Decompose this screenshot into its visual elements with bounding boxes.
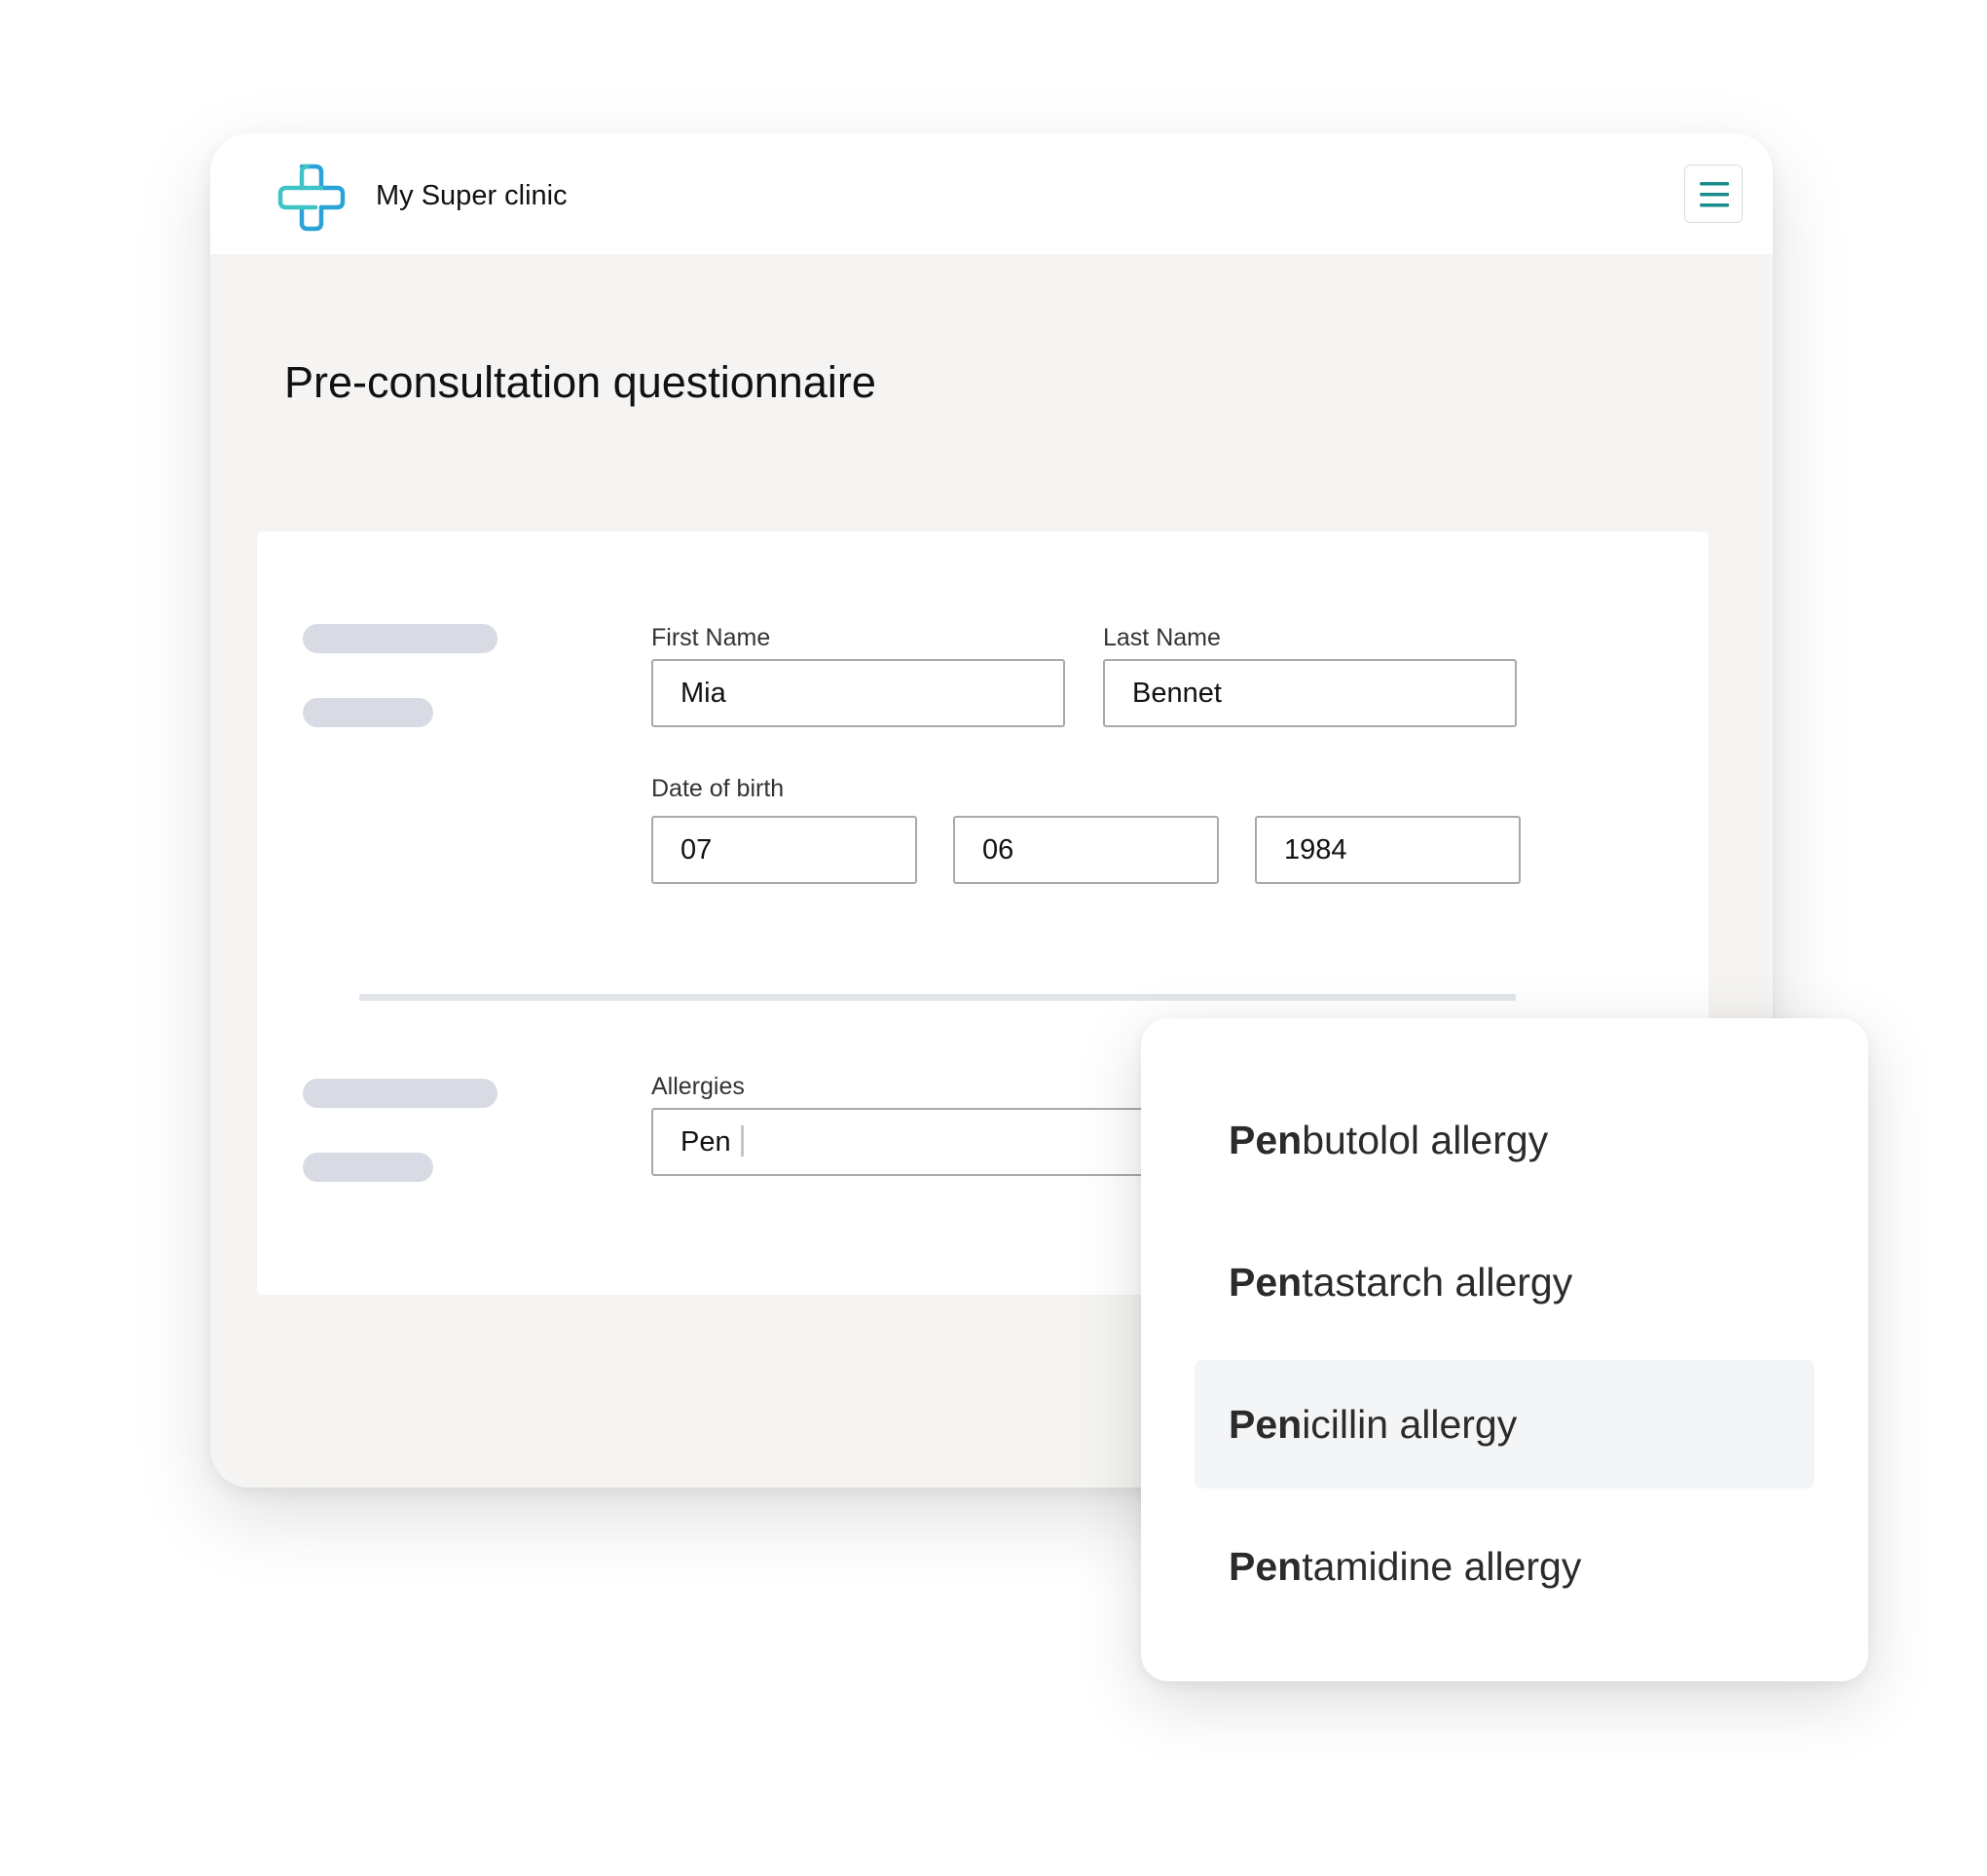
last-name-input[interactable]: Bennet bbox=[1103, 659, 1517, 727]
allergies-input-value: Pen bbox=[681, 1126, 731, 1158]
menu-button[interactable] bbox=[1684, 165, 1743, 223]
suggestion-option[interactable]: Penbutolol allergy bbox=[1195, 1076, 1815, 1204]
dob-year-input[interactable]: 1984 bbox=[1255, 816, 1521, 884]
section-divider bbox=[359, 994, 1516, 1001]
last-name-label: Last Name bbox=[1103, 624, 1221, 651]
first-name-input[interactable]: Mia bbox=[651, 659, 1065, 727]
section-title-placeholder bbox=[303, 624, 497, 653]
section-subtitle-placeholder bbox=[303, 698, 433, 727]
section-title-placeholder bbox=[303, 1079, 497, 1108]
hamburger-menu-icon bbox=[1700, 182, 1729, 207]
dob-month-input[interactable]: 06 bbox=[953, 816, 1219, 884]
date-of-birth-label: Date of birth bbox=[651, 775, 785, 802]
suggestion-option[interactable]: Pentamidine allergy bbox=[1195, 1502, 1815, 1631]
first-name-label: First Name bbox=[651, 624, 771, 651]
dob-day-input[interactable]: 07 bbox=[651, 816, 917, 884]
page-title: Pre-consultation questionnaire bbox=[284, 357, 876, 407]
allergies-label: Allergies bbox=[651, 1073, 745, 1100]
medical-cross-icon bbox=[277, 164, 346, 232]
suggestion-option-highlighted[interactable]: Penicillin allergy bbox=[1195, 1360, 1815, 1489]
section-subtitle-placeholder bbox=[303, 1153, 433, 1182]
suggestion-option[interactable]: Pentastarch allergy bbox=[1195, 1218, 1815, 1346]
text-cursor bbox=[740, 1125, 744, 1158]
header-bar: My Super clinic bbox=[210, 133, 1773, 254]
allergy-suggestions-dropdown: Penbutolol allergy Pentastarch allergy P… bbox=[1141, 1018, 1868, 1681]
brand-name: My Super clinic bbox=[376, 180, 568, 211]
